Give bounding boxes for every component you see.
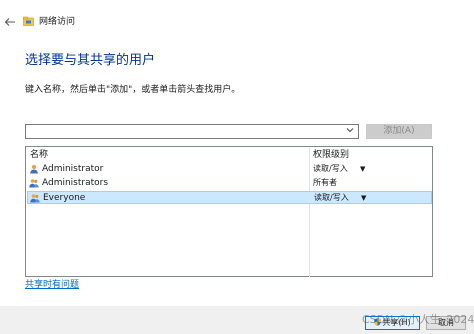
column-header-permission[interactable]: 权限级别 (313, 148, 349, 162)
row-user-name: Administrators (42, 178, 109, 188)
cancel-button[interactable]: 取消 (426, 316, 466, 330)
column-header-name[interactable]: 名称 (30, 148, 48, 162)
window-title: 网络访问 (39, 17, 76, 27)
row-permission[interactable]: 读取/写入 (314, 192, 349, 204)
user-combo-box[interactable] (25, 124, 359, 139)
caret-down-icon[interactable]: ▼ (360, 163, 365, 175)
network-folder-icon (23, 16, 34, 27)
title-bar: 网络访问 (0, 0, 474, 44)
row-permission[interactable]: 读取/写入 (313, 163, 348, 175)
table-row-selected[interactable]: Everyone 读取/写入 ▼ (27, 191, 432, 204)
group-icon (29, 178, 39, 188)
user-permission-table: 名称 权限级别 Administrator 读取/写入 ▼ Administra… (25, 146, 433, 277)
instruction-text: 键入名称，然后单击"添加"，或者单击箭头查找用户。 (25, 85, 241, 95)
row-user-name: Everyone (43, 193, 86, 203)
table-row[interactable]: Administrators 所有者 (27, 177, 432, 190)
table-row[interactable]: Administrator 读取/写入 ▼ (27, 163, 432, 176)
caret-down-icon[interactable]: ▼ (361, 192, 366, 204)
row-permission: 所有者 (313, 178, 337, 187)
chevron-down-icon[interactable] (344, 125, 356, 138)
sharing-help-link[interactable]: 共享时有问题 (25, 279, 79, 291)
row-user-name: Administrator (42, 164, 104, 174)
add-button[interactable]: 添加(A) (366, 124, 432, 139)
uac-shield-icon (374, 318, 382, 326)
group-icon (30, 193, 40, 203)
user-name-input[interactable] (28, 126, 338, 137)
user-icon (29, 164, 39, 174)
back-arrow-icon[interactable] (3, 15, 17, 29)
share-button[interactable]: 共享(H) (365, 316, 420, 330)
share-button-label: 共享(H) (382, 318, 411, 327)
page-heading: 选择要与其共享的用户 (25, 53, 156, 68)
